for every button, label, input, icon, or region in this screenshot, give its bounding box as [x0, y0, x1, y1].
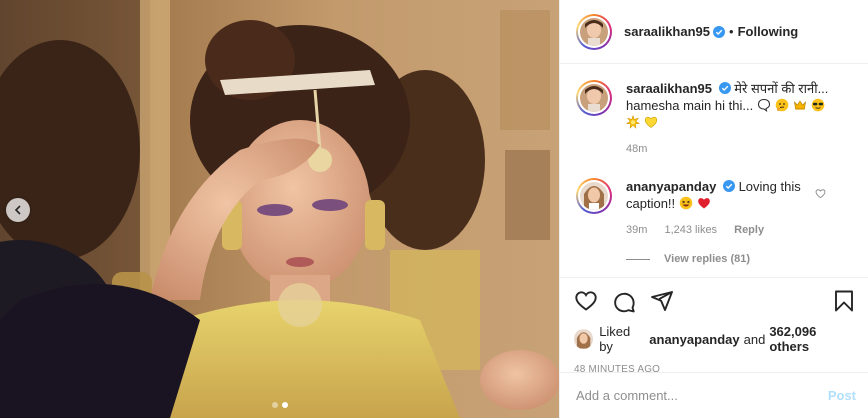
verified-badge-icon: [713, 25, 726, 38]
carousel-dot: [271, 402, 278, 408]
verified-badge-icon: [722, 180, 735, 192]
like-heart-icon[interactable]: [574, 289, 598, 313]
comment-item: ananyapanday Loving this caption!! 39m 1…: [576, 178, 852, 239]
carousel-dot-active: [281, 402, 288, 408]
like-comment-heart-icon[interactable]: [815, 188, 826, 199]
caption-time[interactable]: 48m: [626, 143, 647, 155]
post-header: saraalikhan95 • Following: [560, 0, 868, 64]
post-photo: [0, 0, 559, 418]
commenter-avatar: [580, 182, 608, 210]
liked-by-others[interactable]: 362,096 others: [769, 324, 856, 354]
add-comment-bar: Post: [560, 372, 868, 418]
author-avatar: [580, 17, 608, 46]
caption-text-block: saraalikhan95 मेरे सपनों की रानी... hame…: [626, 80, 836, 166]
thinking-face-icon: [775, 98, 789, 112]
yellow-heart-icon: [644, 116, 658, 128]
comment-meta: 39m 1,243 likes Reply: [626, 222, 836, 239]
save-bookmark-icon[interactable]: [832, 289, 856, 313]
header-separator: •: [729, 24, 734, 39]
carousel-indicator: [0, 402, 559, 408]
commenter-username[interactable]: ananyapanday: [626, 179, 716, 194]
commenter-avatar-ring[interactable]: [576, 178, 612, 214]
caption-line-2: hamesha main hi thi...: [626, 98, 754, 113]
comment-likes[interactable]: 1,243 likes: [664, 224, 717, 236]
replies-divider-line: [626, 258, 650, 260]
caption-avatar: [580, 84, 608, 112]
add-comment-input[interactable]: [576, 388, 828, 403]
author-avatar-ring[interactable]: [576, 13, 612, 50]
caption-line-1: मेरे सपनों की रानी...: [734, 81, 829, 96]
instagram-post: saraalikhan95 • Following saraalikhan95 …: [0, 0, 868, 418]
crown-icon: [793, 100, 806, 110]
caption-item: saraalikhan95 मेरे सपनों की रानी... hame…: [576, 80, 852, 166]
speech-bubble-icon: [757, 98, 770, 112]
post-actions: Liked by ananyapanday and 362,096 others…: [560, 277, 868, 375]
caption-avatar-ring[interactable]: [576, 80, 612, 116]
post-photo-area: [0, 0, 559, 418]
author-username[interactable]: saraalikhan95: [624, 24, 710, 39]
liked-by-row: Liked by ananyapanday and 362,096 others: [574, 324, 856, 354]
comment-text-block: ananyapanday Loving this caption!! 39m 1…: [626, 178, 836, 239]
comments-list[interactable]: saraalikhan95 मेरे सपनों की रानी... hame…: [560, 64, 868, 276]
red-heart-icon: [697, 198, 710, 209]
view-replies-button[interactable]: View replies (81): [626, 253, 852, 265]
post-comment-button[interactable]: Post: [828, 388, 856, 403]
view-replies-label: View replies (81): [664, 253, 751, 265]
carousel-prev-button[interactable]: [6, 198, 30, 222]
grinning-squint-face-icon: [679, 196, 693, 210]
comment-bubble-icon[interactable]: [612, 289, 636, 313]
post-side-panel: saraalikhan95 • Following saraalikhan95 …: [559, 0, 868, 418]
share-paper-plane-icon[interactable]: [650, 289, 674, 313]
verified-badge-icon: [718, 82, 731, 94]
liker-avatar[interactable]: [574, 329, 594, 349]
comment-time[interactable]: 39m: [626, 224, 647, 236]
caption-username[interactable]: saraalikhan95: [626, 81, 712, 96]
reply-button[interactable]: Reply: [734, 224, 764, 236]
sunglasses-face-icon: [811, 98, 825, 112]
chevron-left-icon: [14, 205, 21, 215]
sparkle-burst-icon: [626, 115, 640, 129]
liked-by-user[interactable]: ananyapanday: [649, 332, 739, 347]
action-icons-row: [574, 288, 856, 314]
caption-meta: 48m: [626, 141, 836, 158]
following-button[interactable]: Following: [738, 24, 799, 39]
liked-by-prefix: Liked by: [599, 324, 631, 354]
liked-by-and: and: [743, 331, 766, 347]
